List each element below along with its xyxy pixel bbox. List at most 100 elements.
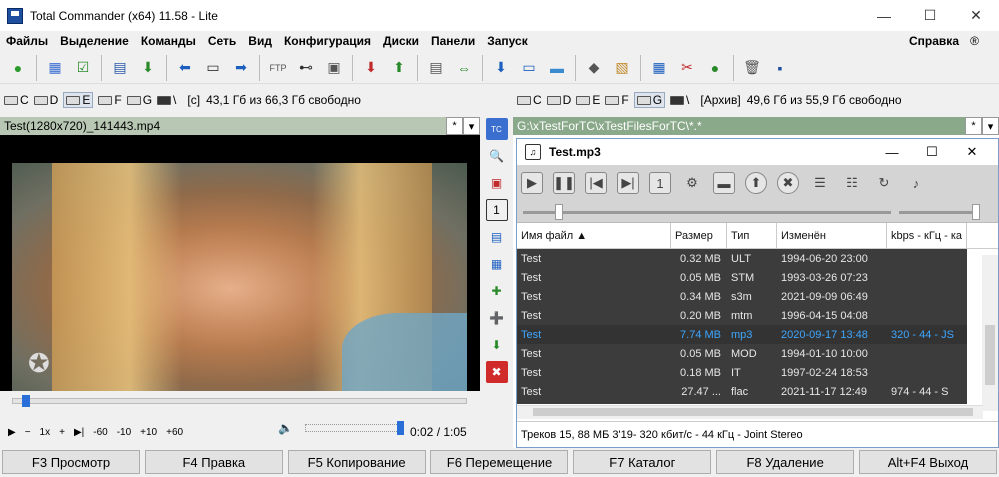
skip-fwd-60-button[interactable]: +60 xyxy=(166,427,183,438)
close-button[interactable]: ✕ xyxy=(953,0,999,31)
menu-view[interactable]: Вид xyxy=(242,34,278,48)
delete-red-icon[interactable]: ✖ xyxy=(485,361,508,383)
minimize-button[interactable]: — xyxy=(861,0,907,31)
table-row[interactable]: Test 7.74 MB mp3 2020-09-17 13:48 320 - 44 -… xyxy=(517,325,967,344)
sync-icon[interactable]: ⇔ xyxy=(452,56,476,80)
player-close-button[interactable]: ✕ xyxy=(952,139,992,165)
next-icon[interactable]: ▶| xyxy=(617,172,639,194)
tool-icon[interactable]: ◆ xyxy=(582,56,606,80)
player-minimize-button[interactable]: — xyxy=(872,139,912,165)
volume-slider[interactable] xyxy=(304,421,405,435)
left-path[interactable]: Test(1280x720)_141443.mp4 xyxy=(0,117,446,135)
drive-d[interactable]: D xyxy=(546,93,571,107)
one-icon[interactable]: 1 xyxy=(485,199,508,221)
volume-knob[interactable] xyxy=(397,421,405,435)
drive-g[interactable]: G xyxy=(633,92,666,108)
f3-view-button[interactable]: F3 Просмотр xyxy=(2,450,140,474)
recycle-icon[interactable]: 🗑 xyxy=(740,56,764,80)
arrow-left-icon[interactable]: ⬅ xyxy=(173,56,197,80)
playlist-icon[interactable]: ☰ xyxy=(809,172,831,194)
table-row[interactable]: Test 0.32 MB ULT 1994-06-20 23:00 xyxy=(517,249,967,268)
col-type[interactable]: Тип xyxy=(727,222,777,249)
player-volume-track[interactable] xyxy=(899,211,979,214)
drive-c[interactable]: C xyxy=(4,93,29,107)
list-icon[interactable]: ☷ xyxy=(841,172,863,194)
person-icon[interactable]: ● xyxy=(6,56,30,80)
note-icon[interactable]: ♪ xyxy=(905,172,927,194)
horizontal-scrollbar[interactable] xyxy=(517,405,983,419)
history-button[interactable]: * xyxy=(965,117,982,135)
edit-plus-icon[interactable]: ✚ xyxy=(486,280,508,302)
table-row[interactable]: Test 0.05 MB STM 1993-03-26 07:23 xyxy=(517,268,967,287)
one-icon[interactable]: 1 xyxy=(649,172,671,194)
col-kbps[interactable]: kbps - кГц - ка xyxy=(887,222,967,249)
skip-back-60-button[interactable]: -60 xyxy=(93,427,107,438)
floppy-icon[interactable]: ▪ xyxy=(768,56,792,80)
tc-icon[interactable]: TC xyxy=(485,118,508,140)
drive-e[interactable]: E xyxy=(576,93,600,107)
position-knob[interactable] xyxy=(555,204,563,220)
unpack-icon[interactable]: ⬆ xyxy=(387,56,411,80)
terminal-icon[interactable]: ▭ xyxy=(201,56,225,80)
position-track[interactable] xyxy=(523,211,891,214)
volume-icon[interactable]: 🔈 xyxy=(278,421,293,435)
notepad-icon[interactable]: ▤ xyxy=(424,56,448,80)
save-icon[interactable]: ⬇ xyxy=(489,56,513,80)
previous-icon[interactable]: |◀ xyxy=(585,172,607,194)
right-path[interactable]: G:\xTestForTC\xTestFilesForTC\*.* xyxy=(513,117,965,135)
plugin-icon[interactable]: ✂ xyxy=(675,56,699,80)
player-maximize-button[interactable]: ☐ xyxy=(912,139,952,165)
history-button[interactable]: * xyxy=(446,117,463,135)
compare-dirs-icon[interactable]: ▦ xyxy=(43,56,67,80)
notes-icon[interactable]: ▧ xyxy=(610,56,634,80)
copy-icon[interactable]: ▦ xyxy=(647,56,671,80)
table-row[interactable]: Test 0.34 MB s3m 2021-09-09 06:49 xyxy=(517,287,967,306)
seek-knob[interactable] xyxy=(21,395,30,407)
menu-selection[interactable]: Выделение xyxy=(54,34,135,48)
settings-icon[interactable]: ● xyxy=(703,56,727,80)
menu-help[interactable]: Справка xyxy=(903,34,965,48)
pause-icon[interactable]: ❚❚ xyxy=(553,172,575,194)
disk-icon[interactable]: ▣ xyxy=(322,56,346,80)
next-frame-button[interactable]: ▶| xyxy=(74,427,84,438)
panel-icon[interactable]: ▦ xyxy=(486,253,508,275)
f7-mkdir-button[interactable]: F7 Каталог xyxy=(573,450,712,474)
hotlist-button[interactable]: ▾ xyxy=(982,117,999,135)
gear-icon[interactable]: ⚙ xyxy=(681,172,703,194)
drive-e[interactable]: E xyxy=(63,92,94,108)
up-icon[interactable]: ⬆ xyxy=(745,172,767,194)
col-modified[interactable]: Изменён xyxy=(777,222,887,249)
f8-delete-button[interactable]: F8 Удаление xyxy=(716,450,855,474)
play-button[interactable]: ▶ xyxy=(8,427,16,438)
table-row[interactable]: Test 0.05 MB MOD 1994-01-10 10:00 xyxy=(517,344,967,363)
minimize-bar-icon[interactable]: ▬ xyxy=(713,172,735,194)
download-icon[interactable]: ⬇ xyxy=(136,56,160,80)
table-row[interactable]: Test 0.18 MB IT 1997-02-24 18:53 xyxy=(517,363,967,382)
table-row[interactable]: Test 27.47 ... flac 2021-11-17 12:49 974 - 4… xyxy=(517,382,967,401)
ftp-icon[interactable]: FTP xyxy=(266,56,290,80)
vertical-scrollbar[interactable] xyxy=(982,255,998,411)
checklist-icon[interactable]: ☑ xyxy=(71,56,95,80)
skip-fwd-10-button[interactable]: +10 xyxy=(140,427,157,438)
menu-disks[interactable]: Диски xyxy=(377,34,425,48)
monitor-blue-icon[interactable]: ▬ xyxy=(545,56,569,80)
menu-commands[interactable]: Команды xyxy=(135,34,202,48)
columns-icon[interactable]: ▤ xyxy=(486,226,508,248)
drive-g[interactable]: G xyxy=(126,93,152,107)
seek-bar[interactable] xyxy=(12,395,467,407)
play-icon[interactable]: ▶ xyxy=(521,172,543,194)
table-row[interactable]: Test 0.20 MB mtm 1996-04-15 04:08 xyxy=(517,306,967,325)
menu-files[interactable]: Файлы xyxy=(0,34,54,48)
maximize-button[interactable]: ☐ xyxy=(907,0,953,31)
col-size[interactable]: Размер xyxy=(671,222,727,249)
f4-edit-button[interactable]: F4 Правка xyxy=(144,450,283,474)
player-volume-knob[interactable] xyxy=(972,204,980,220)
menu-launch[interactable]: Запуск xyxy=(481,34,534,48)
menu-configuration[interactable]: Конфигурация xyxy=(278,34,377,48)
menu-panels[interactable]: Панели xyxy=(425,34,481,48)
skip-back-10-button[interactable]: -10 xyxy=(117,427,131,438)
pack-icon[interactable]: ⬇ xyxy=(359,56,383,80)
download-green-icon[interactable]: ⬇ xyxy=(486,334,508,356)
hotlist-button[interactable]: ▾ xyxy=(463,117,480,135)
drive-f[interactable]: F xyxy=(98,93,122,107)
